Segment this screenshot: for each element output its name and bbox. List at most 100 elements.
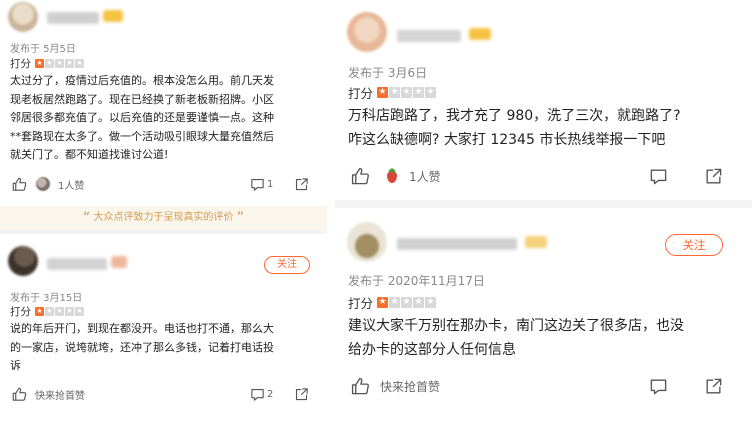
- star-rating: ★ ★ ★ ★ ★: [35, 59, 85, 68]
- star-empty-icon: ★: [45, 307, 54, 316]
- username-blurred[interactable]: [47, 12, 99, 24]
- publish-date: 发布于 3月6日: [348, 66, 428, 80]
- star-filled-icon: ★: [35, 59, 44, 68]
- avatar[interactable]: [347, 222, 387, 262]
- comment-icon: [649, 167, 668, 186]
- share-button[interactable]: [294, 387, 309, 402]
- avatar[interactable]: [347, 12, 387, 52]
- rating-label: 打分: [10, 58, 31, 70]
- rating: 打分 ★ ★ ★ ★ ★: [348, 83, 437, 102]
- review-text: 说的年后开门，到现在都没开。电话也打不通，那么大 的一家店，说垮就垮，还冲了那么…: [10, 320, 322, 376]
- review-line: 说的年后开门，到现在都没开。电话也打不通，那么大: [10, 322, 274, 335]
- review-line: 万科店跑路了，我才充了 980，洗了三次，就跑路了?: [348, 108, 681, 124]
- review-actions: 快来抢首赞 2: [0, 384, 327, 404]
- review-line: 太过分了，疫情过后充值的。根本没怎么用。前几天发: [10, 74, 274, 87]
- username-blurred[interactable]: [397, 30, 461, 42]
- star-empty-icon: ★: [389, 87, 401, 98]
- publish-date: 发布于 2020年11月17日: [348, 274, 485, 288]
- share-icon: [294, 177, 309, 192]
- follow-button[interactable]: 关注: [665, 234, 723, 256]
- star-filled-icon: ★: [35, 307, 44, 316]
- share-button[interactable]: [704, 167, 723, 186]
- user-level-badge: [469, 28, 491, 40]
- like-count: 快来抢首赞: [35, 390, 85, 402]
- username-blurred[interactable]: [397, 238, 517, 250]
- star-empty-icon: ★: [75, 307, 84, 316]
- star-empty-icon: ★: [401, 297, 413, 308]
- star-filled-icon: ★: [377, 87, 389, 98]
- star-rating: ★ ★ ★ ★ ★: [35, 307, 85, 316]
- rating: 打分 ★ ★ ★ ★ ★: [348, 293, 437, 312]
- publish-date: 发布于 3月15日: [10, 293, 83, 304]
- comment-icon: [649, 377, 668, 396]
- star-empty-icon: ★: [45, 59, 54, 68]
- star-empty-icon: ★: [65, 59, 74, 68]
- thumbs-up-icon: [12, 177, 27, 192]
- star-filled-icon: ★: [377, 297, 389, 308]
- avatar[interactable]: [8, 2, 38, 32]
- like-count: 1人赞: [409, 169, 441, 184]
- like-button[interactable]: 快来抢首赞: [12, 387, 85, 402]
- user-level-badge: [103, 10, 123, 22]
- review-card: 发布于 3月6日 打分 ★ ★ ★ ★ ★ 万科店跑路了，我才充了 980，洗了三次，就…: [335, 0, 752, 200]
- star-empty-icon: ★: [425, 87, 437, 98]
- star-empty-icon: ★: [75, 59, 84, 68]
- share-icon: [704, 167, 723, 186]
- like-button[interactable]: [12, 177, 27, 192]
- quote-icon: “: [83, 210, 91, 226]
- star-rating: ★ ★ ★ ★ ★: [377, 87, 437, 98]
- comment-button[interactable]: [649, 377, 668, 396]
- comment-count: 1: [267, 178, 274, 190]
- star-empty-icon: ★: [65, 307, 74, 316]
- liker-avatar[interactable]: [36, 177, 50, 191]
- comment-count: 2: [267, 388, 274, 400]
- thumbs-up-icon: [351, 167, 370, 186]
- share-button[interactable]: [704, 377, 723, 396]
- star-empty-icon: ★: [389, 297, 401, 308]
- like-count: 快来抢首赞: [380, 379, 441, 394]
- rating-label: 打分: [348, 86, 374, 101]
- share-icon: [704, 377, 723, 396]
- star-empty-icon: ★: [401, 87, 413, 98]
- screenshot-gap: [327, 0, 335, 421]
- star-empty-icon: ★: [425, 297, 437, 308]
- share-icon: [294, 387, 309, 402]
- thumbs-up-icon: [12, 387, 27, 402]
- like-button[interactable]: 快来抢首赞: [351, 377, 440, 396]
- comment-button[interactable]: [649, 167, 668, 186]
- star-empty-icon: ★: [413, 87, 425, 98]
- follow-button[interactable]: 关注: [264, 256, 310, 274]
- comment-icon: [250, 387, 265, 402]
- star-empty-icon: ★: [55, 59, 64, 68]
- review-line: 的一家店，说垮就垮，还冲了那么多钱，记着打电话投: [10, 340, 274, 354]
- avatar[interactable]: [8, 246, 38, 276]
- quote-icon: ”: [236, 210, 244, 226]
- liker-avatar[interactable]: [385, 167, 399, 185]
- like-button[interactable]: [351, 167, 370, 186]
- thumbs-up-icon: [351, 377, 370, 396]
- like-count: 1人赞: [58, 180, 85, 192]
- comment-button[interactable]: 1: [250, 177, 273, 192]
- publish-date: 发布于 5月5日: [10, 44, 76, 55]
- comment-button[interactable]: 2: [250, 387, 273, 402]
- left-screenshot: 发布于 5月5日 打分 ★ ★ ★ ★ ★ 太过分了，疫情过后充值的。根本没怎么用。前几…: [0, 0, 327, 421]
- review-actions: 1人赞 1: [0, 174, 327, 194]
- review-line: 邻居很多都充值了。以后充值的还是要谨慎一点。这种: [10, 111, 274, 125]
- username-blurred[interactable]: [47, 258, 107, 270]
- trust-slogan-bar: “ 大众点评致力于呈现真实的评价 ”: [0, 206, 327, 230]
- share-button[interactable]: [294, 177, 309, 192]
- review-line: 给办卡的这部分人任何信息: [348, 342, 516, 358]
- strawberry-icon: [385, 167, 399, 185]
- review-line: 诉: [10, 359, 21, 373]
- star-rating: ★ ★ ★ ★ ★: [377, 297, 437, 308]
- review-line: **套路现在太多了。做一个活动吸引眼球大量充值然后: [10, 129, 274, 143]
- rating-label: 打分: [10, 306, 31, 318]
- rating: 打分 ★ ★ ★ ★ ★: [10, 304, 85, 319]
- user-level-badge: [111, 256, 127, 268]
- star-empty-icon: ★: [55, 307, 64, 316]
- star-empty-icon: ★: [413, 297, 425, 308]
- review-card: 关注 发布于 2020年11月17日 打分 ★ ★ ★ ★ ★ 建议大家千万别在那办卡，…: [335, 208, 752, 421]
- rating: 打分 ★ ★ ★ ★ ★: [10, 56, 85, 71]
- slogan-text: 大众点评致力于呈现真实的评价: [93, 212, 234, 223]
- review-card: 关注 发布于 3月15日 打分 ★ ★ ★ ★ ★ 说的年后开门，到现在都没开。电话也打…: [0, 234, 327, 421]
